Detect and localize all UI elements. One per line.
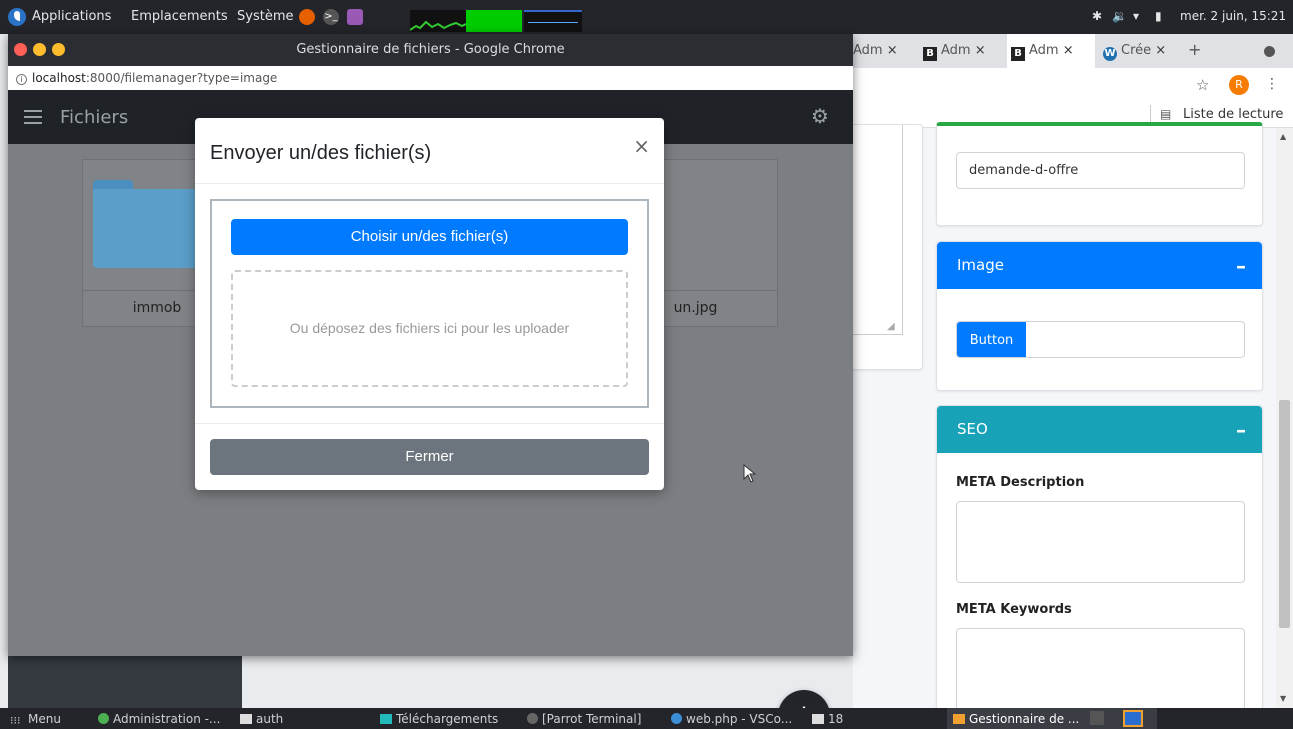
tab-creer[interactable]: W Crée ×: [1097, 34, 1181, 68]
meta-description-label: META Description: [956, 475, 1085, 490]
profile-avatar[interactable]: R: [1229, 75, 1249, 95]
wifi-icon[interactable]: ▾: [1133, 9, 1139, 23]
bookmark-star-icon[interactable]: ☆: [1196, 76, 1209, 94]
folder-icon: [93, 180, 203, 268]
seo-card: SEO – META Description META Keywords: [936, 405, 1263, 715]
close-button[interactable]: Fermer: [210, 439, 649, 475]
window-icon: [953, 714, 965, 724]
scroll-up-arrow-icon[interactable]: ▲: [1280, 132, 1286, 141]
editor-textarea-partial[interactable]: [851, 125, 903, 335]
background-page-content: ◢ demande-d-offre Image – Button SEO – M…: [851, 122, 1293, 715]
dropzone[interactable]: Ou déposez des fichiers ici pour les upl…: [231, 270, 628, 387]
taskbar-menu[interactable]: ⁝⁝⁝ Menu: [10, 712, 61, 727]
tab-close-icon[interactable]: ×: [887, 43, 898, 58]
tab-admin-2[interactable]: B Adm ×: [917, 34, 1012, 68]
menu-emplacements[interactable]: Emplacements: [131, 9, 228, 24]
battery-icon[interactable]: ▮: [1155, 9, 1162, 23]
tab-close-icon[interactable]: ×: [1155, 43, 1166, 58]
collapse-minus-icon[interactable]: –: [1236, 254, 1246, 278]
upload-box: Choisir un/des fichier(s) Ou déposez des…: [210, 199, 649, 408]
image-card-header[interactable]: Image –: [937, 242, 1262, 289]
settings-gear-icon[interactable]: ⚙: [811, 104, 829, 128]
url-bar[interactable]: i localhost:8000/filemanager?type=image: [8, 66, 853, 90]
meta-keywords-textarea[interactable]: [956, 628, 1245, 710]
scrollbar-thumb[interactable]: [1279, 400, 1290, 628]
taskbar-auth[interactable]: auth: [240, 712, 283, 726]
image-card: Image – Button: [936, 241, 1263, 391]
taskbar-gestionnaire[interactable]: Gestionnaire de ...: [953, 712, 1079, 726]
memory-monitor-graph: [466, 10, 522, 32]
new-tab-button[interactable]: +: [1188, 34, 1212, 68]
modal-close-icon[interactable]: ×: [633, 134, 650, 158]
tab-admin-3-active[interactable]: B Adm ×: [1007, 34, 1095, 68]
vscode-icon: [671, 713, 682, 724]
image-button[interactable]: Button: [957, 322, 1026, 357]
parrot-logo-icon[interactable]: [8, 8, 26, 26]
slug-input[interactable]: demande-d-offre: [956, 152, 1245, 189]
page-scrollbar[interactable]: ▲ ▼: [1276, 128, 1293, 708]
tab-close-icon[interactable]: ×: [975, 43, 986, 58]
modal-title: Envoyer un/des fichier(s): [210, 142, 432, 164]
text-editor-icon[interactable]: [347, 9, 363, 25]
choose-files-button[interactable]: Choisir un/des fichier(s): [231, 219, 628, 255]
background-tab-strip: Adm × B Adm × B Adm × W Crée × +: [853, 34, 1293, 68]
clock[interactable]: mer. 2 juin, 15:21: [1180, 9, 1286, 23]
seo-card-header[interactable]: SEO –: [937, 406, 1262, 453]
slug-card: demande-d-offre: [936, 122, 1263, 226]
terminal-icon[interactable]: >_: [323, 9, 339, 25]
chrome-menu-circle-icon[interactable]: [1264, 46, 1275, 57]
collapse-minus-icon[interactable]: –: [1236, 418, 1246, 442]
scroll-down-arrow-icon[interactable]: ▼: [1280, 694, 1286, 703]
bootstrap-favicon-icon: B: [1011, 47, 1025, 61]
reading-list-icon: ▤: [1160, 107, 1172, 121]
url-host: localhost: [32, 71, 86, 85]
reading-list-link[interactable]: Liste de lecture: [1183, 107, 1283, 122]
wordpress-favicon-icon: W: [1103, 47, 1117, 61]
taskbar-telechargements[interactable]: Téléchargements: [380, 712, 498, 726]
firefox-icon[interactable]: [299, 9, 315, 25]
bluetooth-icon[interactable]: ✱: [1092, 9, 1102, 23]
upload-modal: Envoyer un/des fichier(s) × Choisir un/d…: [195, 118, 664, 490]
image-input-group: Button: [956, 321, 1245, 358]
taskbar-vscode[interactable]: web.php - VSCo...: [671, 712, 792, 726]
menu-applications[interactable]: Applications: [32, 9, 111, 24]
folder-icon: [380, 714, 392, 724]
volume-icon[interactable]: 🔉: [1112, 9, 1127, 23]
bootstrap-favicon-icon: B: [923, 47, 937, 61]
meta-description-textarea[interactable]: [956, 501, 1245, 583]
tab-admin-1[interactable]: Adm ×: [853, 34, 909, 68]
taskbar: ⁝⁝⁝ Menu Administration -... auth Télécha…: [0, 708, 1293, 729]
info-icon[interactable]: i: [16, 74, 27, 85]
taskbar-folder-18[interactable]: 18: [812, 712, 843, 726]
workspace-switcher-icon[interactable]: [1090, 711, 1104, 725]
folder-icon: [812, 714, 824, 724]
image-card-title: Image: [957, 256, 1004, 274]
mouse-cursor-icon: [743, 464, 757, 483]
taskbar-administration[interactable]: Administration -...: [98, 712, 220, 726]
grid-icon: ⁝⁝⁝: [10, 714, 21, 727]
window-titlebar: Gestionnaire de fichiers - Google Chrome: [8, 34, 853, 66]
editor-card-partial: ◢: [851, 124, 923, 370]
network-monitor-graph: [524, 10, 582, 32]
background-address-bar: ☆ R ⋮: [853, 68, 1293, 102]
chrome-icon: [98, 713, 109, 724]
terminal-icon: [527, 713, 538, 724]
window-title: Gestionnaire de fichiers - Google Chrome: [296, 42, 565, 57]
cpu-monitor-graph: [409, 10, 467, 32]
workspace-active-icon[interactable]: [1123, 710, 1143, 727]
url-path: :8000/filemanager?type=image: [85, 71, 278, 85]
meta-keywords-label: META Keywords: [956, 602, 1072, 617]
kebab-menu-icon[interactable]: ⋮: [1265, 76, 1279, 92]
admin-sidebar-partial: [8, 655, 242, 708]
taskbar-parrot-terminal[interactable]: [Parrot Terminal]: [527, 712, 641, 726]
resize-handle-icon[interactable]: ◢: [887, 321, 895, 332]
seo-card-title: SEO: [957, 420, 988, 438]
menu-systeme[interactable]: Système: [237, 9, 293, 24]
tab-close-icon[interactable]: ×: [1063, 43, 1074, 58]
folder-icon: [240, 714, 252, 724]
system-top-bar: Applications Emplacements Système >_ ✱ 🔉…: [0, 0, 1293, 34]
navbar-title: Fichiers: [60, 107, 129, 128]
hamburger-menu-icon[interactable]: [24, 110, 42, 124]
